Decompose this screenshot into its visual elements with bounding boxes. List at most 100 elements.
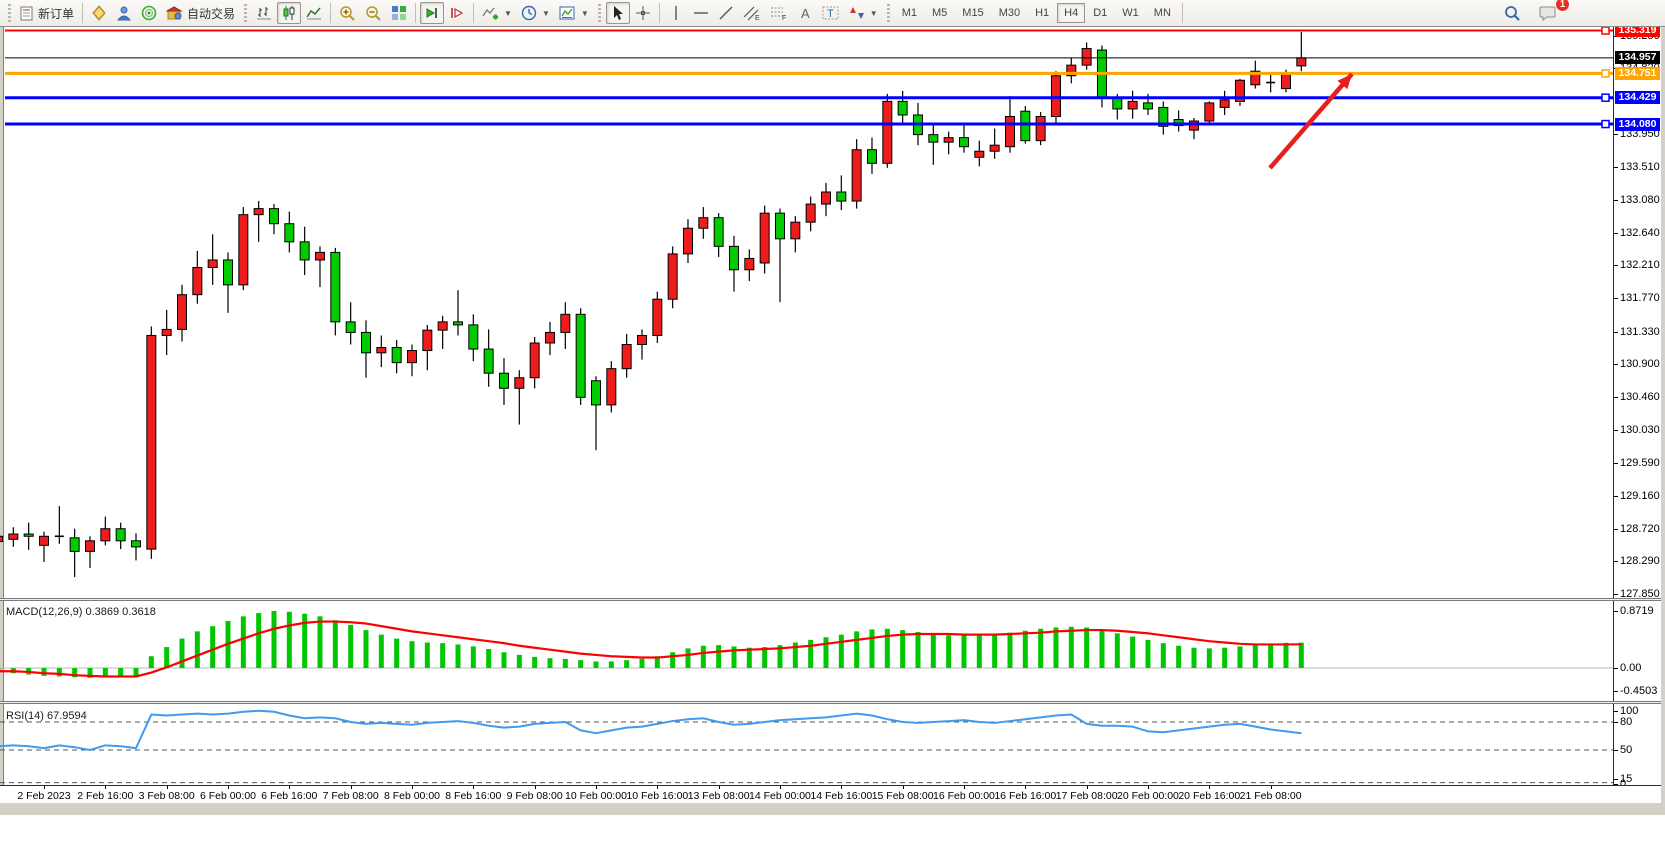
candle-body bbox=[1297, 58, 1306, 66]
search-button[interactable] bbox=[1500, 2, 1525, 24]
toolbar-grip[interactable] bbox=[6, 4, 13, 22]
templates-button[interactable]: ▼ bbox=[555, 2, 593, 24]
price-axis[interactable]: 135.250134.820133.950133.510133.080132.6… bbox=[1613, 0, 1661, 785]
tab-timeframe-h4[interactable]: H4 bbox=[1057, 3, 1085, 23]
chat-bubble-icon bbox=[1539, 5, 1557, 21]
time-tick-label: 15 Feb 08:00 bbox=[868, 790, 938, 802]
tab-timeframe-m5[interactable]: M5 bbox=[925, 3, 954, 23]
time-tick-label: 8 Feb 00:00 bbox=[377, 790, 447, 802]
candlestick-chart-button[interactable] bbox=[277, 2, 301, 24]
tab-timeframe-w1[interactable]: W1 bbox=[1115, 3, 1146, 23]
chart-profiles-button[interactable] bbox=[87, 2, 111, 24]
tab-timeframe-m15[interactable]: M15 bbox=[955, 3, 990, 23]
toolbar-grip[interactable] bbox=[885, 4, 892, 22]
candle-body bbox=[852, 150, 861, 201]
candle-body bbox=[821, 192, 830, 204]
equidistant-channel-tool-button[interactable]: E bbox=[739, 2, 765, 24]
candle-body bbox=[300, 242, 309, 260]
price-tick-label: 131.770 bbox=[1620, 292, 1660, 304]
notifications-button[interactable]: 1 bbox=[1535, 2, 1561, 24]
horizontal-line-tool-button[interactable] bbox=[689, 2, 713, 24]
macd-histogram-bar bbox=[716, 645, 721, 668]
chart-shift-button[interactable] bbox=[445, 2, 469, 24]
text-label-tool-button[interactable]: T bbox=[818, 2, 844, 24]
time-tick-label: 20 Feb 16:00 bbox=[1174, 790, 1244, 802]
time-tick-mark bbox=[1271, 786, 1272, 789]
new-order-button[interactable]: 新订单 bbox=[16, 2, 78, 24]
auto-trading-button[interactable]: 自动交易 bbox=[162, 2, 239, 24]
vertical-line-icon bbox=[669, 5, 683, 21]
tab-timeframe-mn[interactable]: MN bbox=[1147, 3, 1178, 23]
rsi-line bbox=[0, 711, 1301, 750]
zoom-in-button[interactable] bbox=[335, 2, 360, 24]
candle-body bbox=[898, 101, 907, 115]
axis-tick-mark bbox=[1614, 134, 1618, 135]
tile-windows-button[interactable] bbox=[387, 2, 411, 24]
macd-histogram-bar bbox=[1007, 633, 1012, 668]
crosshair-tool-button[interactable] bbox=[631, 2, 655, 24]
tab-timeframe-m30[interactable]: M30 bbox=[992, 3, 1027, 23]
macd-histogram-bar bbox=[210, 626, 215, 668]
time-tick-label: 9 Feb 08:00 bbox=[500, 790, 570, 802]
axis-tick-mark bbox=[1614, 167, 1618, 168]
zoom-out-icon bbox=[365, 5, 382, 22]
time-tick-label: 13 Feb 08:00 bbox=[684, 790, 754, 802]
pane-separator[interactable] bbox=[0, 598, 1661, 601]
macd-histogram-bar bbox=[1038, 629, 1043, 668]
axis-tick-mark bbox=[1614, 779, 1618, 780]
text-tool-button[interactable]: A bbox=[793, 2, 817, 24]
price-label-box-134.957: 134.957 bbox=[1615, 51, 1660, 64]
line-handle bbox=[1602, 70, 1609, 77]
time-tick-mark bbox=[964, 786, 965, 789]
pane-separator[interactable] bbox=[0, 701, 1661, 704]
candle-body bbox=[745, 258, 754, 269]
candle-body bbox=[254, 209, 263, 215]
macd-histogram-bar bbox=[1222, 648, 1227, 668]
svg-text:A: A bbox=[801, 6, 810, 21]
navigator-icon bbox=[141, 5, 157, 21]
macd-pane[interactable] bbox=[0, 601, 1613, 701]
macd-histogram-bar bbox=[670, 652, 675, 668]
auto-scroll-button[interactable] bbox=[420, 2, 444, 24]
macd-histogram-bar bbox=[885, 629, 890, 668]
chevron-down-icon: ▼ bbox=[870, 9, 878, 18]
time-axis[interactable]: 2 Feb 20232 Feb 16:003 Feb 08:006 Feb 00… bbox=[0, 785, 1661, 803]
trendline-tool-button[interactable] bbox=[714, 2, 738, 24]
macd-histogram-bar bbox=[685, 648, 690, 668]
tab-timeframe-d1[interactable]: D1 bbox=[1086, 3, 1114, 23]
fibonacci-tool-button[interactable]: F bbox=[766, 2, 792, 24]
axis-tick-mark bbox=[1614, 364, 1618, 365]
rsi-pane[interactable] bbox=[0, 704, 1613, 785]
line-chart-button[interactable] bbox=[302, 2, 326, 24]
macd-histogram-bar bbox=[1161, 643, 1166, 668]
cursor-tool-button[interactable] bbox=[606, 2, 630, 24]
time-tick-mark bbox=[473, 786, 474, 789]
market-watch-button[interactable] bbox=[112, 2, 136, 24]
tab-timeframe-h1[interactable]: H1 bbox=[1028, 3, 1056, 23]
candle-body bbox=[147, 335, 156, 549]
chevron-down-icon: ▼ bbox=[581, 9, 589, 18]
arrows-tool-button[interactable]: ▼ bbox=[845, 2, 882, 24]
zoom-out-button[interactable] bbox=[361, 2, 386, 24]
rsi-indicator-label: RSI(14) 67.9594 bbox=[6, 710, 87, 722]
navigator-button[interactable] bbox=[137, 2, 161, 24]
axis-tick-mark bbox=[1614, 397, 1618, 398]
tab-timeframe-m1[interactable]: M1 bbox=[895, 3, 924, 23]
periods-button[interactable]: ▼ bbox=[517, 2, 554, 24]
time-tick-label: 7 Feb 08:00 bbox=[316, 790, 386, 802]
macd-histogram-bar bbox=[317, 616, 322, 668]
bar-chart-button[interactable] bbox=[252, 2, 276, 24]
indicators-button[interactable]: ▼ bbox=[478, 2, 516, 24]
main-price-chart[interactable] bbox=[0, 0, 1613, 598]
toolbar-grip[interactable] bbox=[596, 4, 603, 22]
macd-histogram-bar bbox=[486, 649, 491, 668]
time-tick-label: 6 Feb 16:00 bbox=[254, 790, 324, 802]
macd-histogram-bar bbox=[1237, 646, 1242, 668]
candle-body bbox=[499, 373, 508, 388]
candle-body bbox=[883, 101, 892, 163]
price-tick-label: 131.330 bbox=[1620, 326, 1660, 338]
vertical-line-tool-button[interactable] bbox=[664, 2, 688, 24]
trendline-icon bbox=[718, 5, 734, 21]
toolbar-grip[interactable] bbox=[242, 4, 249, 22]
candle-body bbox=[101, 529, 110, 541]
